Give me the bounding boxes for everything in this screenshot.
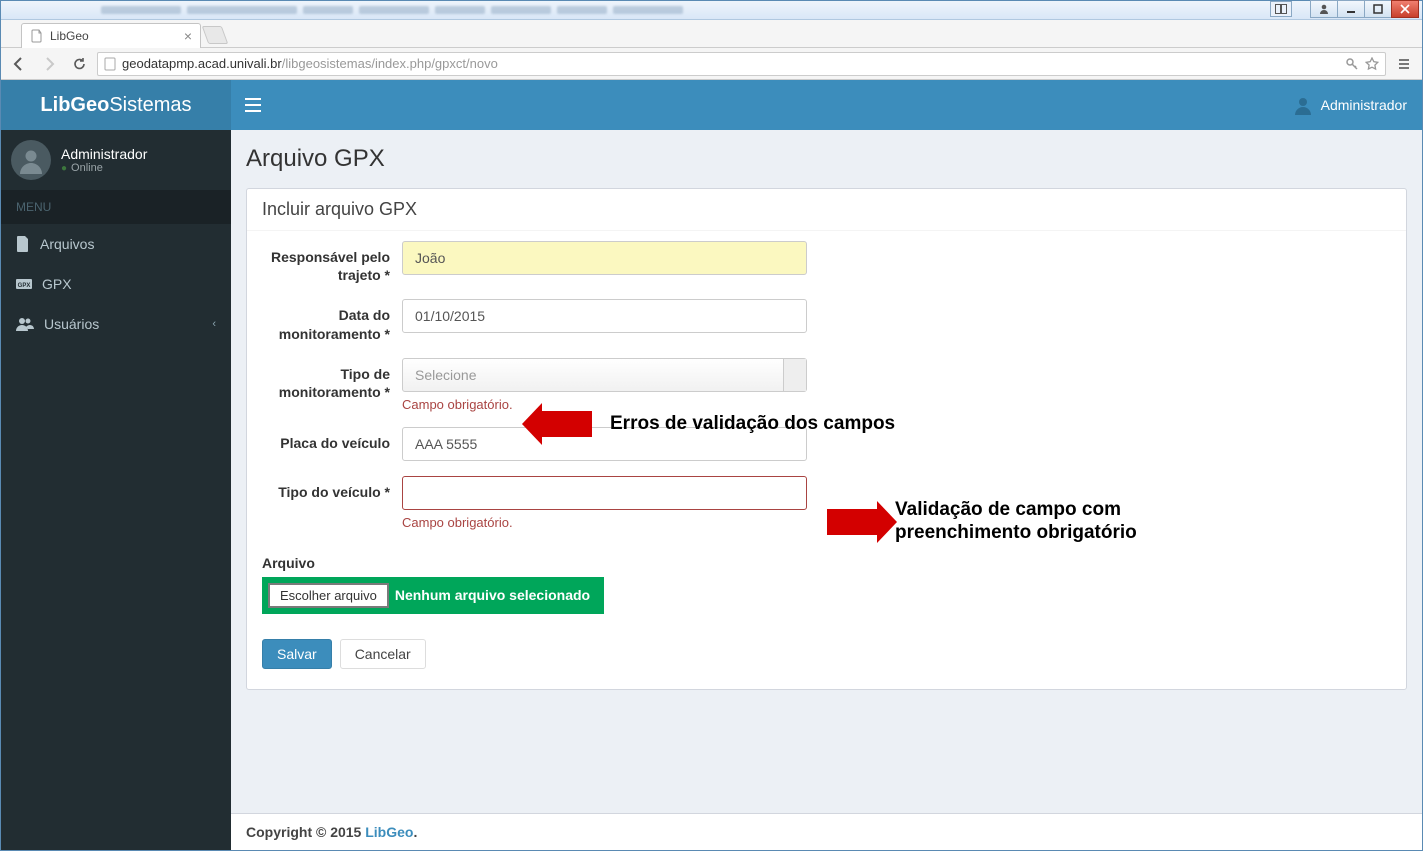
url-path: /libgeosistemas/index.php/gpxct/novo [282, 56, 498, 71]
back-button[interactable] [7, 52, 31, 76]
placa-input[interactable] [402, 427, 807, 461]
choose-file-button[interactable]: Escolher arquivo [268, 583, 389, 608]
select-placeholder: Selecione [415, 367, 477, 383]
footer: Copyright © 2015 LibGeo. [231, 813, 1422, 850]
app-logo[interactable]: LibGeoSistemas [1, 80, 231, 130]
minimize-button[interactable] [1337, 0, 1365, 18]
close-window-button[interactable] [1391, 0, 1419, 18]
top-user-menu[interactable]: Administrador [1278, 95, 1422, 115]
data-monitoramento-label: Data do monitoramento * [262, 299, 402, 342]
sidebar-item-label: Usuários [44, 316, 99, 332]
file-icon [16, 236, 30, 252]
os-titlebar [1, 1, 1422, 20]
key-icon[interactable] [1345, 57, 1359, 71]
svg-text:GPX: GPX [18, 283, 31, 289]
split-pane-button[interactable] [1270, 1, 1292, 17]
background-window-tabs [1, 1, 1122, 19]
form-box: Incluir arquivo GPX Responsável pelo tra… [246, 188, 1407, 690]
page-icon [104, 57, 116, 71]
tipo-veiculo-label: Tipo do veículo * [262, 476, 402, 530]
tipo-monitoramento-error: Campo obrigatório. [402, 397, 807, 412]
address-bar[interactable]: geodatapmp.acad.univali.br/libgeosistema… [97, 52, 1386, 76]
user-switch-button[interactable] [1310, 0, 1338, 18]
sidebar-item-arquivos[interactable]: Arquivos [1, 224, 231, 264]
browser-tab[interactable]: LibGeo × [21, 23, 201, 48]
box-title: Incluir arquivo GPX [247, 189, 1406, 231]
sidebar-user-panel: Administrador Online [1, 130, 231, 190]
sidebar-toggle-button[interactable] [231, 80, 275, 130]
forward-button[interactable] [37, 52, 61, 76]
page-header: Arquivo GPX [231, 130, 1422, 173]
avatar [11, 140, 51, 180]
file-status-text: Nenhum arquivo selecionado [389, 583, 598, 608]
tipo-monitoramento-select[interactable]: Selecione [402, 358, 807, 392]
page-title: Arquivo GPX [246, 145, 1407, 173]
chevron-down-icon [791, 373, 799, 381]
sidebar-item-usuarios[interactable]: Usuários ‹ [1, 304, 231, 344]
footer-suffix: . [413, 824, 417, 840]
footer-copyright: Copyright © 2015 [246, 824, 365, 840]
logo-bold: LibGeo [40, 94, 109, 116]
chevron-left-icon: ‹ [212, 318, 216, 330]
user-icon [1293, 95, 1313, 115]
maximize-button[interactable] [1364, 0, 1392, 18]
users-icon [16, 317, 34, 331]
sidebar-user-name: Administrador [61, 146, 147, 162]
responsavel-input[interactable] [402, 241, 807, 275]
gpx-icon: GPX [16, 277, 32, 291]
content: Arquivo GPX Incluir arquivo GPX Responsá… [231, 130, 1422, 850]
page-favicon [30, 29, 44, 43]
sidebar: Administrador Online MENU Arquivos GPX G… [1, 130, 231, 850]
top-user-name: Administrador [1321, 97, 1407, 113]
bookmark-star-icon[interactable] [1365, 57, 1379, 71]
sidebar-item-label: GPX [42, 276, 72, 292]
browser-toolbar: geodatapmp.acad.univali.br/libgeosistema… [1, 48, 1422, 80]
save-button[interactable]: Salvar [262, 639, 332, 669]
sidebar-item-label: Arquivos [40, 236, 94, 252]
logo-light: Sistemas [109, 94, 191, 116]
app-topbar: LibGeoSistemas Administrador [1, 80, 1422, 130]
tipo-monitoramento-label: Tipo de monitoramento * [262, 358, 402, 412]
arquivo-label: Arquivo [262, 555, 1391, 571]
data-monitoramento-input[interactable] [402, 299, 807, 333]
browser-tab-strip: LibGeo × [1, 20, 1422, 48]
new-tab-button[interactable] [202, 26, 229, 44]
footer-link[interactable]: LibGeo [365, 824, 413, 840]
tab-title: LibGeo [50, 29, 89, 43]
sidebar-user-status: Online [61, 162, 147, 174]
placa-label: Placa do veículo [262, 427, 402, 461]
tipo-veiculo-input[interactable] [402, 476, 807, 510]
file-upload-widget: Escolher arquivo Nenhum arquivo selecion… [262, 577, 604, 614]
chrome-menu-icon[interactable] [1392, 52, 1416, 76]
cancel-button[interactable]: Cancelar [340, 639, 426, 669]
tab-close-icon[interactable]: × [184, 28, 192, 44]
reload-button[interactable] [67, 52, 91, 76]
url-host: geodatapmp.acad.univali.br [122, 56, 282, 71]
responsavel-label: Responsável pelo trajeto * [262, 241, 402, 284]
sidebar-menu-header: MENU [1, 190, 231, 224]
sidebar-item-gpx[interactable]: GPX GPX [1, 264, 231, 304]
tipo-veiculo-error: Campo obrigatório. [402, 515, 807, 530]
